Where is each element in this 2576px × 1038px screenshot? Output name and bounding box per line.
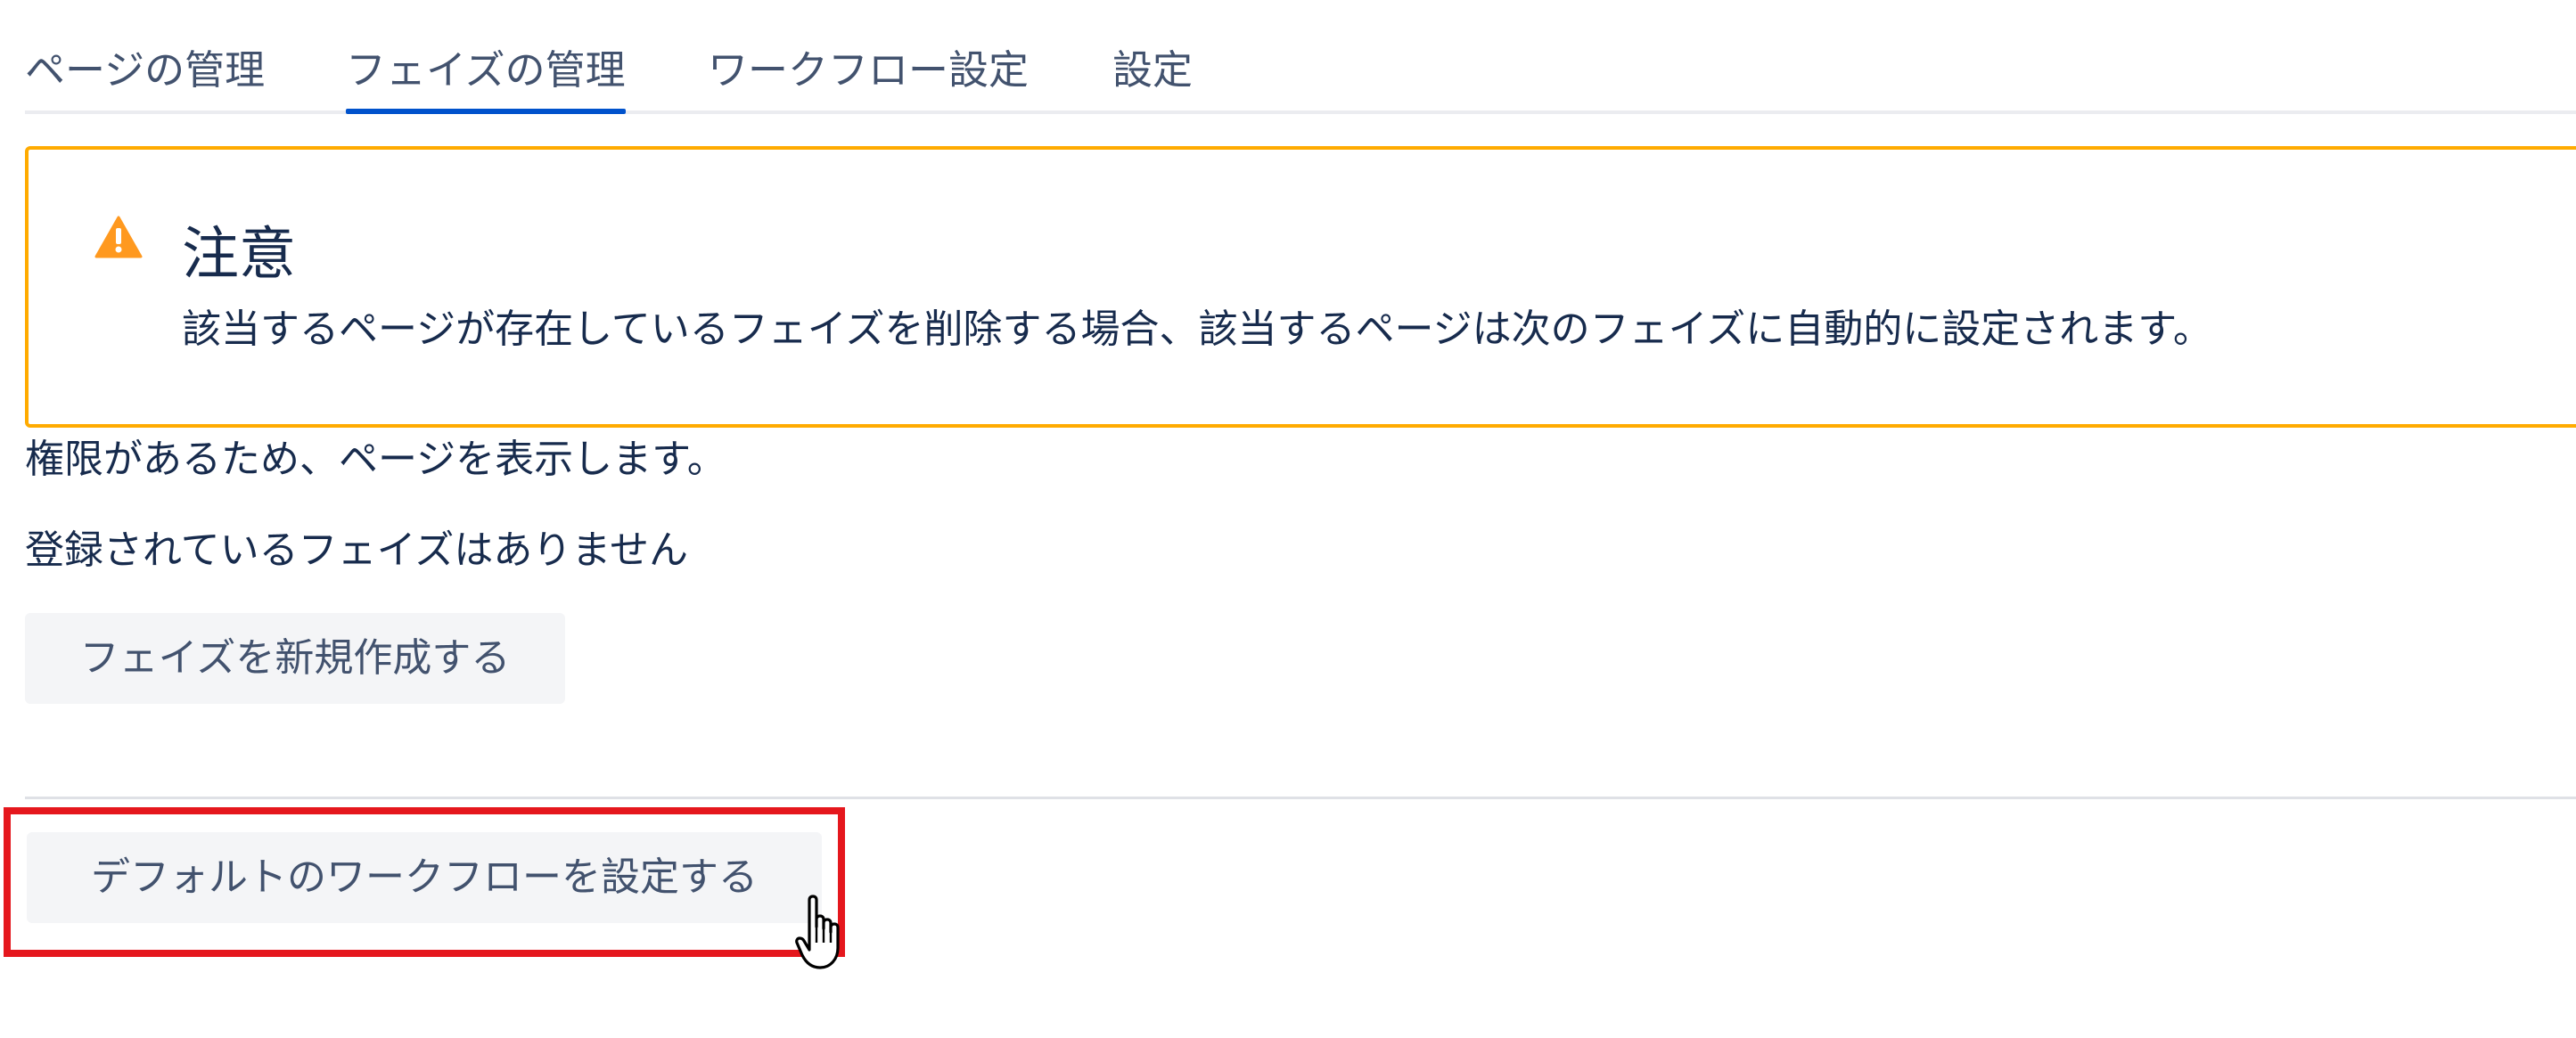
set-default-workflow-button[interactable]: デフォルトのワークフローを設定する xyxy=(27,832,822,923)
section-divider xyxy=(25,797,2576,799)
empty-phases-message: 登録されているフェイズはありません xyxy=(25,527,689,573)
warning-title: 注意 xyxy=(182,222,296,288)
warning-message: 該当するページが存在しているフェイズを削除する場合、該当するページは次のフェイズ… xyxy=(182,306,2212,352)
warning-panel: 注意 該当するページが存在しているフェイズを削除する場合、該当するページは次のフ… xyxy=(25,146,2576,428)
tab-settings[interactable]: 設定 xyxy=(1112,36,1193,114)
warning-triangle-icon xyxy=(94,216,143,258)
tab-bar: ページの管理 フェイズの管理 ワークフロー設定 設定 xyxy=(25,36,2576,114)
permission-notice: 権限があるため、ページを表示します。 xyxy=(25,437,726,482)
tab-phase-management[interactable]: フェイズの管理 xyxy=(346,36,626,114)
tab-workflow-settings[interactable]: ワークフロー設定 xyxy=(708,36,1029,114)
tab-page-management[interactable]: ページの管理 xyxy=(25,36,265,114)
create-phase-button[interactable]: フェイズを新規作成する xyxy=(25,613,565,704)
